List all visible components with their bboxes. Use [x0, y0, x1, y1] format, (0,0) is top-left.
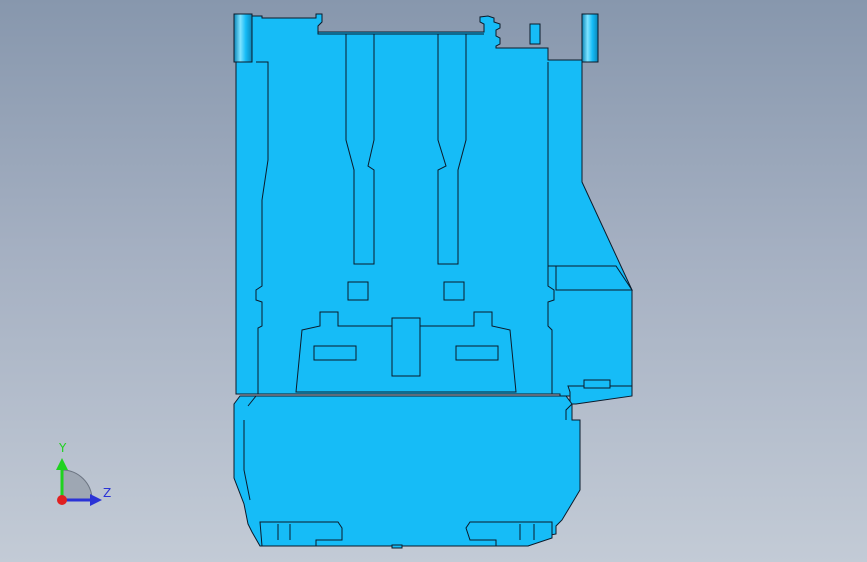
- left-post: [233, 13, 253, 63]
- latch-nub: [583, 379, 611, 389]
- triad-quadrant: [61, 469, 93, 501]
- y-axis-arrowhead: [56, 458, 68, 470]
- window-right: [455, 345, 499, 361]
- cad-part[interactable]: [233, 13, 633, 549]
- z-axis-arrowhead: [90, 494, 102, 506]
- axis-y-label: Y: [59, 441, 67, 455]
- triad-origin: [57, 495, 67, 505]
- pad-left: [347, 281, 369, 301]
- center-tab: [391, 317, 421, 377]
- right-post: [581, 13, 599, 63]
- graphics-viewport[interactable]: Y Z: [0, 0, 867, 562]
- top-small-window: [529, 23, 541, 45]
- bottom-center-dot: [391, 544, 403, 549]
- axis-z-label: Z: [103, 486, 112, 500]
- window-left: [313, 345, 357, 361]
- model-view[interactable]: [0, 0, 867, 562]
- orientation-triad[interactable]: [56, 458, 102, 506]
- pad-right: [443, 281, 465, 301]
- right-latch: [567, 385, 633, 405]
